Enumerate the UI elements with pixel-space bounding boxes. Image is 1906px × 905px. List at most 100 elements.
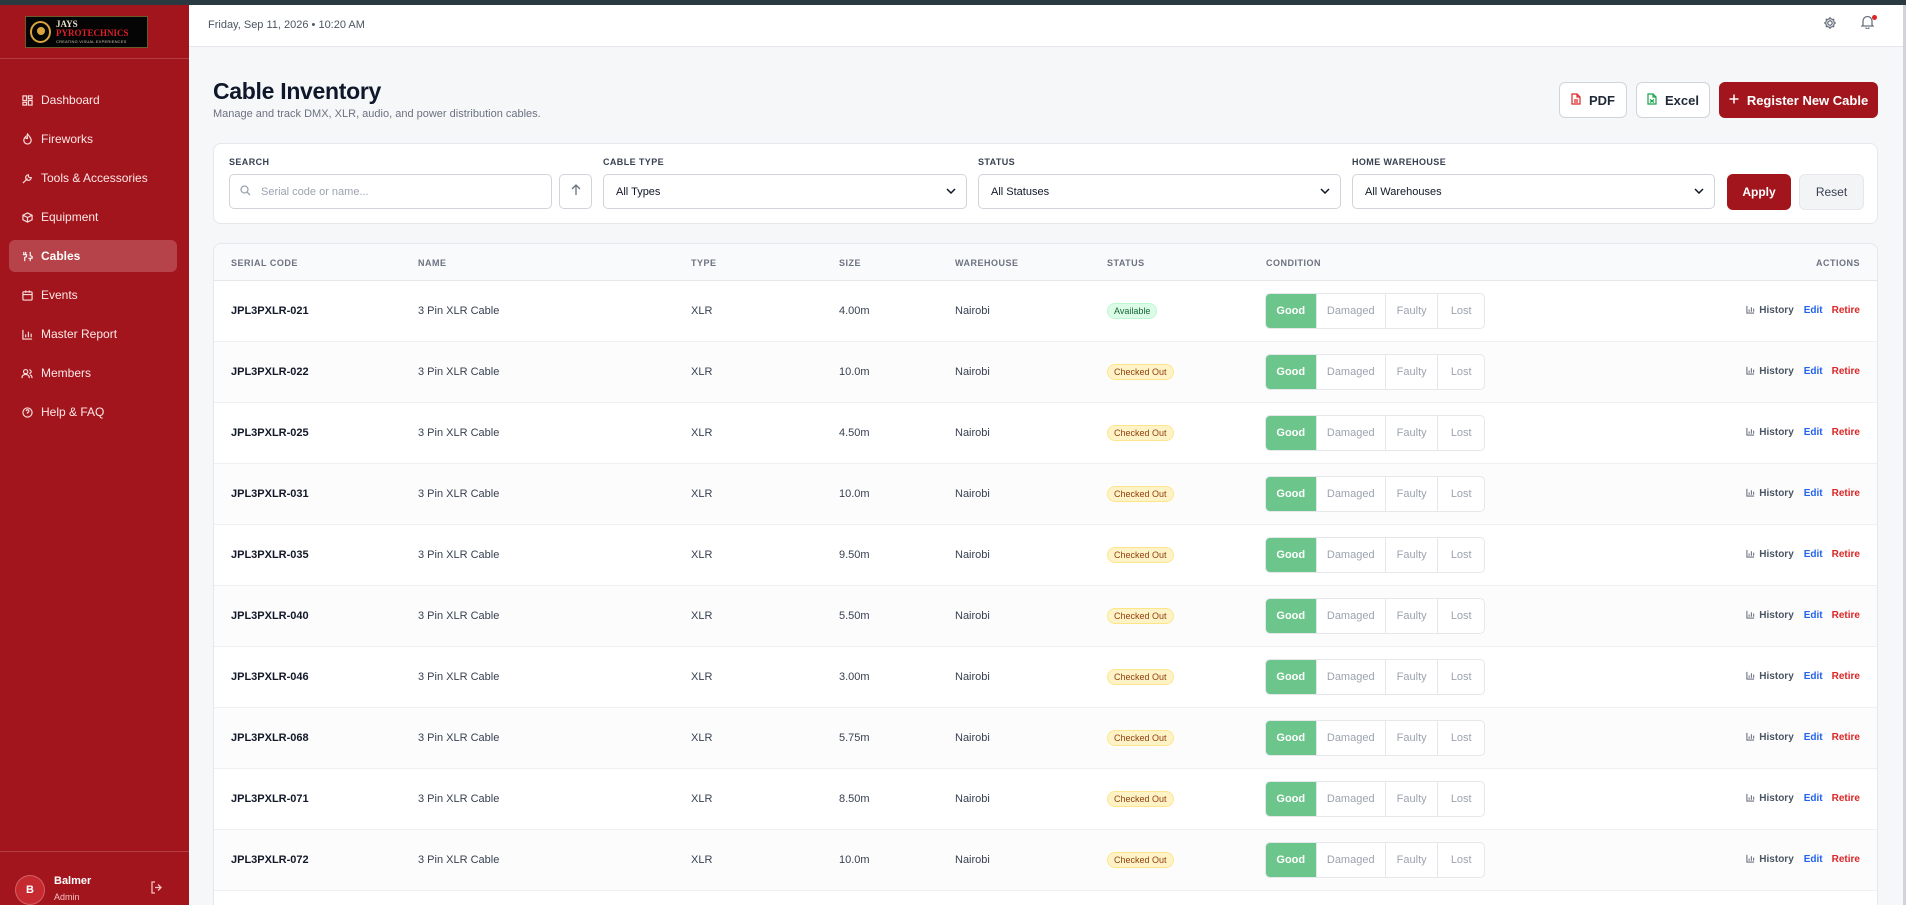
cable-type-select[interactable]: All Types: [603, 174, 967, 209]
table-row[interactable]: JPL3PXLR-046 3 Pin XLR Cable XLR 3.00m N…: [214, 647, 1877, 708]
condition-damaged-option[interactable]: Damaged: [1315, 477, 1385, 511]
table-row[interactable]: JPL3PXLR-040 3 Pin XLR Cable XLR 5.50m N…: [214, 586, 1877, 647]
condition-good-option[interactable]: Good: [1266, 294, 1316, 328]
condition-good-option[interactable]: Good: [1266, 721, 1316, 755]
table-row[interactable]: JPL3PXLR-068 3 Pin XLR Cable XLR 5.75m N…: [214, 708, 1877, 769]
retire-button[interactable]: Retire: [1832, 549, 1860, 560]
history-button[interactable]: History: [1746, 854, 1794, 865]
condition-good-option[interactable]: Good: [1266, 843, 1316, 877]
condition-good-option[interactable]: Good: [1266, 416, 1316, 450]
table-row[interactable]: JPL3PXLR-071 3 Pin XLR Cable XLR 8.50m N…: [214, 769, 1877, 830]
condition-damaged-option[interactable]: Damaged: [1315, 599, 1385, 633]
avatar[interactable]: B: [15, 875, 45, 905]
condition-faulty-option[interactable]: Faulty: [1384, 477, 1438, 511]
sidebar-item-equipment[interactable]: Equipment: [9, 201, 177, 233]
condition-lost-option[interactable]: Lost: [1437, 355, 1484, 389]
condition-lost-option[interactable]: Lost: [1437, 660, 1484, 694]
retire-button[interactable]: Retire: [1832, 427, 1860, 438]
sidebar-item-events[interactable]: Events: [9, 279, 177, 311]
condition-lost-option[interactable]: Lost: [1437, 294, 1484, 328]
condition-good-option[interactable]: Good: [1266, 782, 1316, 816]
condition-faulty-option[interactable]: Faulty: [1384, 416, 1438, 450]
edit-button[interactable]: Edit: [1804, 305, 1823, 316]
condition-damaged-option[interactable]: Damaged: [1315, 416, 1385, 450]
retire-button[interactable]: Retire: [1832, 732, 1860, 743]
edit-button[interactable]: Edit: [1804, 488, 1823, 499]
edit-button[interactable]: Edit: [1804, 732, 1823, 743]
retire-button[interactable]: Retire: [1832, 793, 1860, 804]
condition-faulty-option[interactable]: Faulty: [1384, 782, 1438, 816]
edit-button[interactable]: Edit: [1804, 610, 1823, 621]
sidebar-item-master-report[interactable]: Master Report: [9, 318, 177, 350]
condition-good-option[interactable]: Good: [1266, 355, 1316, 389]
history-button[interactable]: History: [1746, 549, 1794, 560]
edit-button[interactable]: Edit: [1804, 427, 1823, 438]
edit-button[interactable]: Edit: [1804, 671, 1823, 682]
retire-button[interactable]: Retire: [1832, 305, 1860, 316]
retire-button[interactable]: Retire: [1832, 854, 1860, 865]
table-row[interactable]: JPL3PXLR-022 3 Pin XLR Cable XLR 10.0m N…: [214, 342, 1877, 403]
history-button[interactable]: History: [1746, 488, 1794, 499]
sidebar-item-fireworks[interactable]: Fireworks: [9, 123, 177, 155]
condition-lost-option[interactable]: Lost: [1437, 416, 1484, 450]
condition-faulty-option[interactable]: Faulty: [1384, 294, 1438, 328]
condition-lost-option[interactable]: Lost: [1437, 599, 1484, 633]
reset-button[interactable]: Reset: [1799, 174, 1864, 210]
condition-damaged-option[interactable]: Damaged: [1315, 294, 1385, 328]
condition-damaged-option[interactable]: Damaged: [1315, 355, 1385, 389]
condition-faulty-option[interactable]: Faulty: [1384, 660, 1438, 694]
apply-button[interactable]: Apply: [1727, 174, 1791, 210]
condition-damaged-option[interactable]: Damaged: [1315, 660, 1385, 694]
history-button[interactable]: History: [1746, 671, 1794, 682]
table-row[interactable]: JPL3PXLR-031 3 Pin XLR Cable XLR 10.0m N…: [214, 464, 1877, 525]
history-button[interactable]: History: [1746, 610, 1794, 621]
condition-lost-option[interactable]: Lost: [1437, 721, 1484, 755]
condition-faulty-option[interactable]: Faulty: [1384, 538, 1438, 572]
condition-lost-option[interactable]: Lost: [1437, 782, 1484, 816]
export-pdf-button[interactable]: PDF: [1559, 82, 1627, 118]
logout-icon[interactable]: [150, 881, 163, 897]
home-warehouse-select[interactable]: All Warehouses: [1352, 174, 1715, 209]
condition-faulty-option[interactable]: Faulty: [1384, 599, 1438, 633]
retire-button[interactable]: Retire: [1832, 671, 1860, 682]
edit-button[interactable]: Edit: [1804, 549, 1823, 560]
condition-damaged-option[interactable]: Damaged: [1315, 538, 1385, 572]
condition-faulty-option[interactable]: Faulty: [1384, 721, 1438, 755]
table-row[interactable]: JPL3PXLR-021 3 Pin XLR Cable XLR 4.00m N…: [214, 281, 1877, 342]
status-select[interactable]: All Statuses: [978, 174, 1341, 209]
company-logo[interactable]: JAYS PYROTECHNICS CREATING VISUAL EXPERI…: [25, 16, 148, 48]
sort-toggle-button[interactable]: [559, 174, 592, 209]
condition-faulty-option[interactable]: Faulty: [1384, 355, 1438, 389]
sidebar-item-tools[interactable]: Tools & Accessories: [9, 162, 177, 194]
edit-button[interactable]: Edit: [1804, 793, 1823, 804]
condition-damaged-option[interactable]: Damaged: [1315, 843, 1385, 877]
condition-damaged-option[interactable]: Damaged: [1315, 721, 1385, 755]
sidebar-item-help[interactable]: Help & FAQ: [9, 396, 177, 428]
condition-good-option[interactable]: Good: [1266, 660, 1316, 694]
search-input[interactable]: Serial code or name...: [229, 174, 552, 209]
table-row[interactable]: JPL3PXLR-025 3 Pin XLR Cable XLR 4.50m N…: [214, 403, 1877, 464]
retire-button[interactable]: Retire: [1832, 366, 1860, 377]
sidebar-item-members[interactable]: Members: [9, 357, 177, 389]
history-button[interactable]: History: [1746, 427, 1794, 438]
edit-button[interactable]: Edit: [1804, 366, 1823, 377]
condition-damaged-option[interactable]: Damaged: [1315, 782, 1385, 816]
gear-icon[interactable]: [1823, 16, 1837, 34]
export-excel-button[interactable]: Excel: [1636, 82, 1710, 118]
condition-faulty-option[interactable]: Faulty: [1384, 843, 1438, 877]
register-new-cable-button[interactable]: Register New Cable: [1719, 82, 1878, 118]
retire-button[interactable]: Retire: [1832, 488, 1860, 499]
condition-good-option[interactable]: Good: [1266, 538, 1316, 572]
history-button[interactable]: History: [1746, 732, 1794, 743]
condition-good-option[interactable]: Good: [1266, 599, 1316, 633]
history-button[interactable]: History: [1746, 793, 1794, 804]
table-row[interactable]: JPL3PXLR-035 3 Pin XLR Cable XLR 9.50m N…: [214, 525, 1877, 586]
sidebar-item-cables[interactable]: Cables: [9, 240, 177, 272]
retire-button[interactable]: Retire: [1832, 610, 1860, 621]
condition-lost-option[interactable]: Lost: [1437, 477, 1484, 511]
sidebar-item-dashboard[interactable]: Dashboard: [9, 84, 177, 116]
history-button[interactable]: History: [1746, 366, 1794, 377]
edit-button[interactable]: Edit: [1804, 854, 1823, 865]
table-row[interactable]: JPL3PXLR-072 3 Pin XLR Cable XLR 10.0m N…: [214, 830, 1877, 891]
condition-lost-option[interactable]: Lost: [1437, 843, 1484, 877]
